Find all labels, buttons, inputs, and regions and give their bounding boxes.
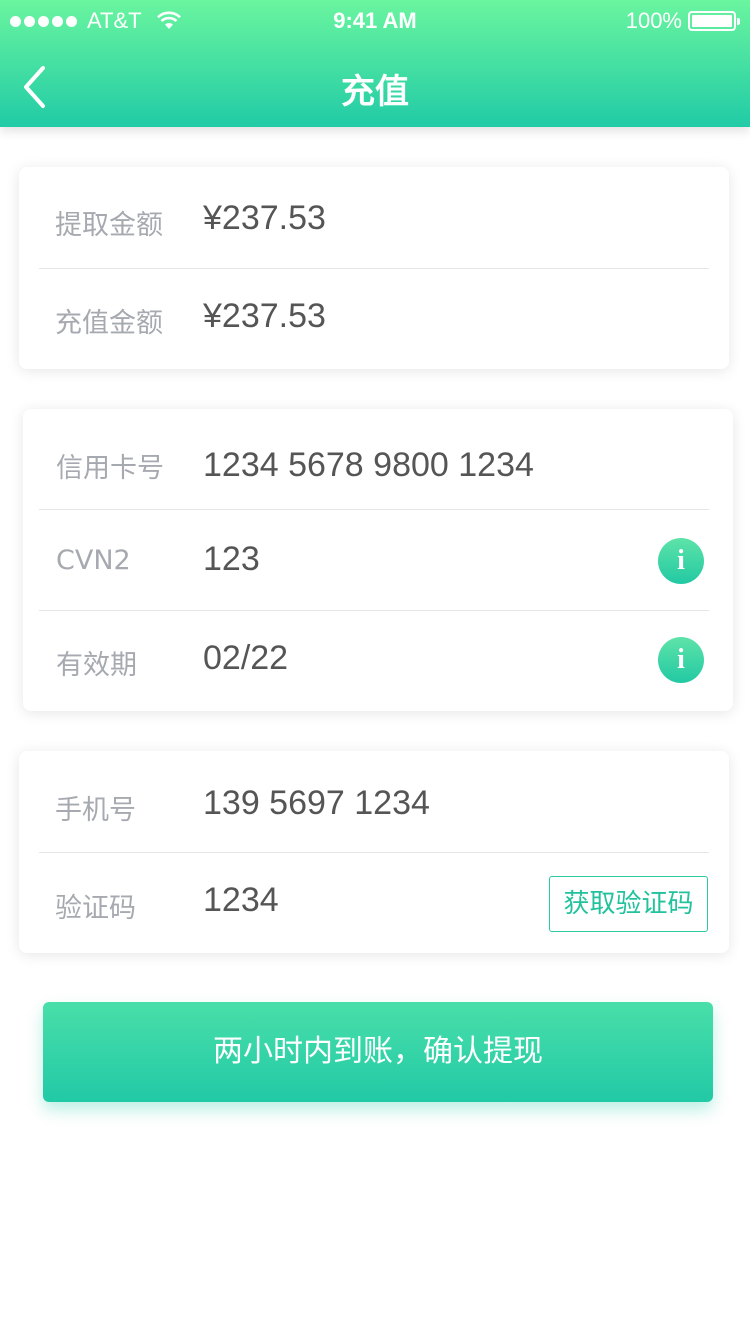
- verify-code-field[interactable]: 1234: [203, 881, 279, 920]
- get-code-button[interactable]: 获取验证码: [549, 876, 708, 932]
- phone-field[interactable]: 139 5697 1234: [203, 784, 430, 823]
- cvn2-row[interactable]: CVN2 123 i: [23, 509, 733, 609]
- withdraw-amount-value: ¥237.53: [203, 199, 326, 237]
- confirm-withdraw-button[interactable]: 两小时内到账，确认提现: [43, 1002, 713, 1102]
- withdraw-amount-row: 提取金额 ¥237.53: [19, 167, 729, 267]
- card-number-label: 信用卡号: [56, 453, 164, 484]
- battery-icon: [688, 11, 740, 31]
- credit-card-card: 信用卡号 1234 5678 9800 1234 CVN2 123 i 有效期 …: [23, 409, 733, 711]
- amount-card: 提取金额 ¥237.53 充值金额 ¥237.53: [19, 167, 729, 369]
- cvn2-info-icon[interactable]: i: [658, 538, 704, 584]
- verify-code-row[interactable]: 验证码 1234 获取验证码: [19, 852, 729, 952]
- recharge-amount-value: ¥237.53: [203, 297, 326, 335]
- expiry-info-icon[interactable]: i: [658, 637, 704, 683]
- card-number-field[interactable]: 1234 5678 9800 1234: [203, 446, 534, 485]
- withdraw-amount-label: 提取金额: [55, 210, 163, 241]
- status-right: 100%: [625, 8, 740, 34]
- cvn2-field[interactable]: 123: [203, 540, 260, 579]
- phone-card: 手机号 139 5697 1234 验证码 1234 获取验证码: [19, 751, 729, 953]
- expiry-field[interactable]: 02/22: [203, 639, 288, 678]
- verify-code-label: 验证码: [55, 893, 136, 924]
- recharge-amount-row: 充值金额 ¥237.53: [19, 268, 729, 368]
- nav-header: AT&T 9:41 AM 100% 充值: [0, 0, 750, 127]
- cvn2-label: CVN2: [56, 545, 131, 576]
- battery-label: 100%: [625, 8, 682, 33]
- page-title: 充值: [341, 72, 409, 112]
- status-bar: AT&T 9:41 AM 100%: [0, 0, 750, 40]
- recharge-amount-label: 充值金额: [55, 308, 163, 339]
- phone-label: 手机号: [55, 795, 136, 826]
- card-number-row[interactable]: 信用卡号 1234 5678 9800 1234: [23, 409, 733, 509]
- expiry-row[interactable]: 有效期 02/22 i: [23, 610, 733, 710]
- expiry-label: 有效期: [56, 650, 137, 681]
- phone-row[interactable]: 手机号 139 5697 1234: [19, 751, 729, 851]
